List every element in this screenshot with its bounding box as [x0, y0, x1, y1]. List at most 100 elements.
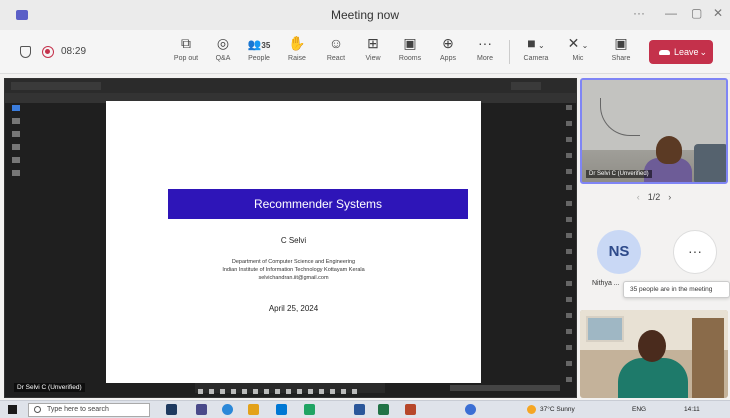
shared-screen: Recommender Systems C Selvi Department o…: [4, 78, 577, 398]
minimize-button[interactable]: —: [665, 6, 677, 20]
camera-glyph: ■: [527, 35, 536, 51]
restore-button[interactable]: ▢: [691, 6, 702, 20]
participants-panel: Dr Selvi C (Unverified) ‹ 1/2 › NS ··· Nit…: [580, 78, 730, 398]
title-bar: Meeting now ··· — ▢ ✕: [0, 0, 730, 30]
smiley-icon: ☺: [328, 35, 344, 51]
view-label: View: [365, 55, 381, 62]
camera-chevron-icon: ⌄: [535, 41, 545, 50]
teams-meeting-window: Meeting now ··· — ▢ ✕ 08:29 ⧉ Pop out ◎ …: [0, 0, 730, 418]
qa-label: Q&A: [215, 55, 231, 62]
share-icon: ▣: [614, 35, 628, 51]
mic-off-icon: ✕ ⌄: [560, 34, 596, 52]
shared-app-signin: [511, 82, 541, 90]
search-icon: [34, 406, 41, 413]
more-label: More: [477, 55, 493, 62]
react-button[interactable]: ☺ React: [318, 34, 354, 70]
participant-video-main[interactable]: Dr Selvi C (Unverified): [580, 78, 728, 184]
participant-name: Nithya ...: [592, 280, 620, 287]
leave-button[interactable]: Leave ⌄: [649, 40, 713, 64]
taskbar-app-icon[interactable]: [304, 404, 315, 415]
more-participants-button[interactable]: ···: [673, 230, 717, 274]
gallery-page: 1/2: [647, 192, 661, 202]
video-detail: [694, 144, 726, 182]
mic-button[interactable]: ✕ ⌄ Mic: [560, 34, 596, 70]
video-person-head: [656, 136, 682, 164]
leave-label: Leave: [674, 47, 699, 57]
rooms-button[interactable]: ▣ Rooms: [392, 34, 428, 70]
share-button[interactable]: ▣ Share: [603, 34, 639, 70]
slide-date: April 25, 2024: [268, 304, 319, 313]
slide-title: Recommender Systems: [168, 189, 468, 219]
shared-app-titlebar: [5, 79, 576, 93]
taskbar-app-icon[interactable]: [166, 404, 177, 415]
people-icon: 👥35: [241, 34, 277, 52]
window-title: Meeting now: [330, 8, 400, 22]
raise-hand-icon: ✋: [288, 35, 306, 51]
gallery-pager: ‹ 1/2 ›: [580, 192, 728, 202]
windows-taskbar: Type here to search 37°C Sunny ENG 14:11: [0, 400, 730, 418]
shared-app-right-toolbar: [565, 105, 573, 382]
qa-icon: ◎: [216, 35, 230, 51]
shield-icon: [20, 46, 31, 58]
slide-affiliation-line: Indian Institute of Information Technolo…: [222, 267, 365, 273]
taskbar-app-icon[interactable]: [378, 404, 389, 415]
close-button[interactable]: ✕: [713, 6, 723, 20]
chevron-right-icon[interactable]: ›: [668, 192, 671, 202]
window-more-button[interactable]: ···: [633, 6, 645, 20]
raise-label: Raise: [288, 55, 306, 62]
weather-text[interactable]: 37°C Sunny: [540, 406, 575, 413]
taskbar-search-input[interactable]: Type here to search: [28, 403, 150, 417]
presenter-name-tag: Dr Selvi C (Unverified): [14, 383, 85, 392]
view-button[interactable]: ⊞ View: [355, 34, 391, 70]
toolbar-divider: [509, 40, 510, 64]
raise-button[interactable]: ✋ Raise: [279, 34, 315, 70]
shared-taskbar: [195, 383, 385, 394]
taskbar-app-icon[interactable]: [222, 404, 233, 415]
language-indicator[interactable]: ENG: [632, 406, 646, 413]
chevron-left-icon[interactable]: ‹: [637, 192, 640, 202]
more-button[interactable]: ··· More: [467, 34, 503, 70]
mic-glyph: ✕: [567, 35, 580, 51]
weather-icon: [527, 405, 536, 414]
react-label: React: [326, 55, 346, 62]
windows-start-icon[interactable]: [8, 405, 17, 414]
qa-button[interactable]: ◎ Q&A: [205, 34, 241, 70]
participant-video-secondary[interactable]: [580, 310, 728, 398]
avatar[interactable]: NS: [597, 230, 641, 274]
meeting-timer: 08:29: [61, 46, 87, 57]
meeting-toolbar: 08:29 ⧉ Pop out ◎ Q&A 👥35 People ✋ Raise…: [0, 30, 730, 74]
shared-tray: [450, 385, 560, 391]
people-button[interactable]: 👥35 People: [241, 34, 277, 70]
camera-label: Camera: [523, 55, 549, 62]
rooms-icon: ▣: [403, 35, 417, 51]
taskbar-app-icon[interactable]: [196, 404, 207, 415]
apps-button[interactable]: ⊕ Apps: [430, 34, 466, 70]
pop-out-label: Pop out: [173, 55, 199, 62]
recording-icon: [42, 46, 54, 58]
taskbar-app-icon[interactable]: [248, 404, 259, 415]
taskbar-app-icon[interactable]: [276, 404, 287, 415]
video-detail: [692, 318, 724, 398]
taskbar-search-placeholder: Type here to search: [47, 406, 109, 413]
share-label: Share: [611, 55, 631, 62]
participant-name-tag: Dr Selvi C (Unverified): [586, 170, 652, 178]
apps-icon: ⊕: [442, 35, 454, 51]
slide-author: C Selvi: [280, 236, 307, 245]
pop-out-button[interactable]: ⧉ Pop out: [168, 34, 204, 70]
pop-out-icon: ⧉: [181, 35, 191, 51]
mic-label: Mic: [572, 55, 584, 62]
video-person-body: [618, 358, 688, 398]
apps-label: Apps: [440, 55, 456, 62]
slide-affiliation-line: Department of Computer Science and Engin…: [231, 259, 356, 265]
video-person-head: [638, 330, 666, 362]
taskbar-app-icon[interactable]: [405, 404, 416, 415]
clock-time[interactable]: 14:11: [684, 406, 700, 413]
view-icon: ⊞: [367, 35, 379, 51]
taskbar-app-icon[interactable]: [354, 404, 365, 415]
camera-button[interactable]: ■ ⌄ Camera: [518, 34, 554, 70]
leave-chevron-icon[interactable]: ⌄: [699, 40, 707, 64]
phone-icon: [659, 50, 670, 56]
shared-app-left-toolbar: [9, 105, 23, 265]
people-count: 35: [261, 41, 271, 50]
help-icon[interactable]: [465, 404, 476, 415]
